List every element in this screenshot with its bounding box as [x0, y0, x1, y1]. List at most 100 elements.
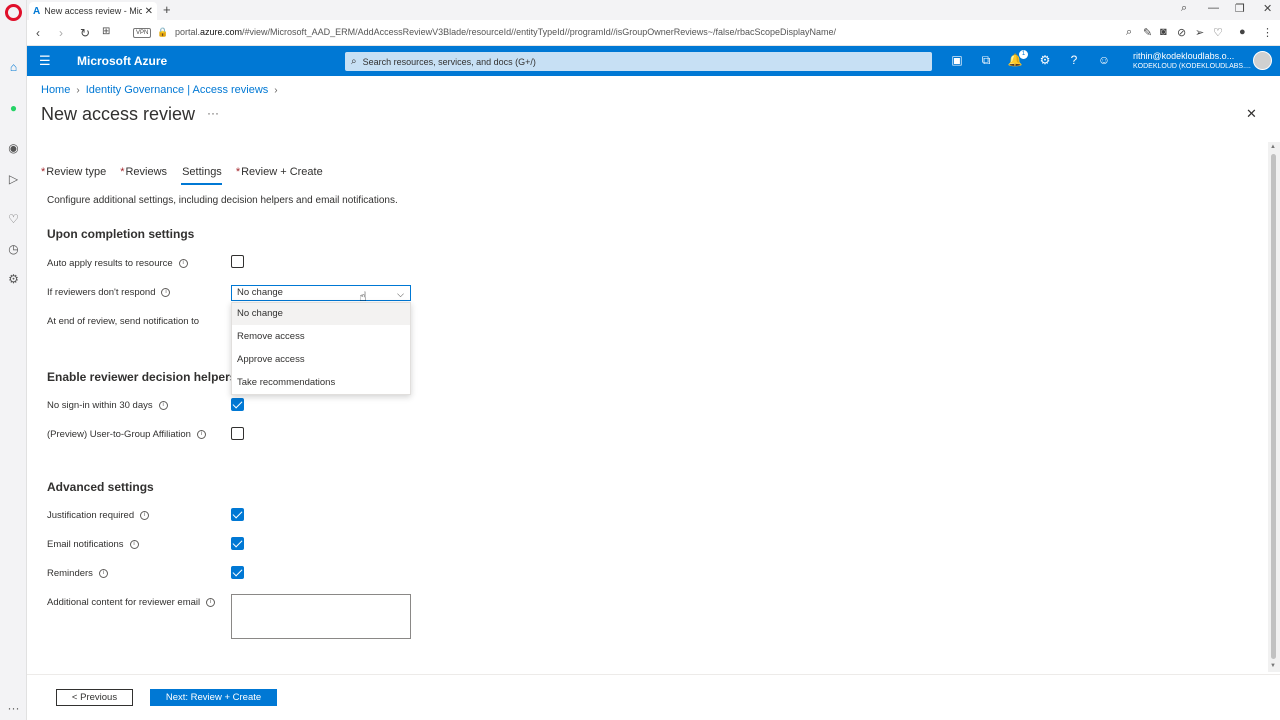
scroll-thumb[interactable]: [1271, 154, 1276, 659]
azure-favicon-icon: A: [33, 5, 41, 17]
lens-icon[interactable]: ⌕: [1126, 26, 1132, 39]
tab-reviews[interactable]: *Reviews: [120, 166, 167, 185]
scroll-up-icon[interactable]: ▲: [1270, 144, 1276, 150]
info-icon[interactable]: i: [129, 540, 139, 549]
help-icon[interactable]: ?: [1066, 53, 1082, 67]
bookmark-heart-icon[interactable]: ♡: [1213, 26, 1223, 39]
more-options-icon[interactable]: ···: [207, 106, 219, 120]
account-tenant: KODEKLOUD (KODEKLOUDLABS....: [1133, 63, 1251, 70]
browser-tab[interactable]: A New access review - Micros ✕: [29, 2, 157, 20]
info-icon[interactable]: i: [178, 259, 188, 268]
info-icon[interactable]: i: [196, 430, 206, 439]
tab-settings[interactable]: Settings: [181, 166, 222, 185]
option-no-change[interactable]: No change: [232, 303, 410, 325]
section-helpers-title: Enable reviewer decision helpers: [47, 370, 237, 384]
email-notifications-checkbox[interactable]: [231, 537, 244, 550]
option-approve-access[interactable]: Approve access: [232, 349, 410, 371]
breadcrumb-access-reviews[interactable]: Identity Governance | Access reviews: [86, 84, 269, 96]
new-tab-icon[interactable]: +: [163, 2, 171, 17]
tab-review-create[interactable]: *Review + Create: [236, 166, 323, 185]
auto-apply-label: Auto apply results to resource i: [47, 258, 188, 269]
breadcrumb-home[interactable]: Home: [41, 84, 70, 96]
profile-icon[interactable]: ●: [1239, 26, 1246, 38]
azure-brand[interactable]: Microsoft Azure: [77, 54, 167, 68]
feedback-icon[interactable]: ☺: [1096, 53, 1112, 67]
minimize-icon[interactable]: —: [1208, 2, 1219, 14]
reminders-label: Reminders i: [47, 568, 108, 579]
wizard-tabs: *Review type *Reviews Settings *Review +…: [41, 166, 337, 185]
restore-icon[interactable]: ❐: [1235, 2, 1245, 15]
back-icon[interactable]: ‹: [36, 26, 40, 40]
reload-icon[interactable]: ↻: [80, 26, 90, 40]
page-title: New access review: [41, 104, 196, 124]
previous-button[interactable]: < Previous: [56, 689, 133, 706]
breadcrumb: Home › Identity Governance | Access revi…: [41, 84, 284, 96]
wizard-footer: < Previous Next: Review + Create: [27, 674, 1280, 720]
settings-icon[interactable]: ⚙: [6, 271, 21, 286]
player-icon[interactable]: ◉: [6, 140, 21, 155]
notification-badge: 1: [1019, 50, 1028, 59]
no-response-label: If reviewers don't respond i: [47, 287, 171, 298]
send-icon[interactable]: ▷: [6, 171, 21, 186]
home-icon[interactable]: ⌂: [6, 59, 21, 74]
section-completion-title: Upon completion settings: [47, 227, 195, 241]
camera-icon[interactable]: ◙: [1160, 26, 1167, 38]
email-notifications-label: Email notifications i: [47, 539, 139, 550]
browser-tab-strip: A New access review - Micros ✕ + ⌕ — ❐ ✕: [27, 0, 1280, 20]
info-icon[interactable]: i: [140, 511, 150, 520]
affiliation-checkbox[interactable]: [231, 427, 244, 440]
block-icon[interactable]: ⊘: [1177, 26, 1186, 39]
opera-logo-icon[interactable]: [5, 4, 22, 21]
justification-checkbox[interactable]: [231, 508, 244, 521]
section-advanced-title: Advanced settings: [47, 480, 154, 494]
scroll-down-icon[interactable]: ▼: [1270, 663, 1276, 669]
info-icon[interactable]: i: [206, 598, 216, 607]
forward-icon[interactable]: ›: [59, 26, 63, 40]
vpn-badge[interactable]: VPN: [133, 28, 152, 38]
option-take-recommendations[interactable]: Take recommendations: [232, 372, 410, 394]
share-icon[interactable]: ➢: [1195, 26, 1204, 39]
menu-dots-icon[interactable]: ⋮: [1262, 26, 1273, 39]
window-close-icon[interactable]: ✕: [1263, 2, 1272, 15]
tab-title: New access review - Micros: [44, 6, 142, 16]
more-icon[interactable]: ···: [6, 700, 21, 715]
browser-search-icon[interactable]: ⌕: [1181, 2, 1187, 15]
lock-icon[interactable]: 🔒: [157, 27, 168, 38]
edit-icon[interactable]: ✎: [1143, 26, 1152, 39]
tabs-grid-icon[interactable]: ⊞: [102, 26, 110, 37]
reminders-checkbox[interactable]: [231, 566, 244, 579]
hand-cursor-icon: ☝: [359, 289, 367, 304]
search-placeholder: Search resources, services, and docs (G+…: [362, 56, 536, 67]
search-icon: ⌕: [351, 56, 357, 67]
notify-label: At end of review, send notification to: [47, 316, 200, 327]
no-response-dropdown[interactable]: No change ⌵: [231, 285, 411, 301]
breadcrumb-chevron-icon: ›: [274, 84, 278, 96]
heart-icon[interactable]: ♡: [6, 211, 21, 226]
hamburger-icon[interactable]: ☰: [39, 53, 51, 69]
info-icon[interactable]: i: [161, 288, 171, 297]
info-icon[interactable]: i: [158, 401, 168, 410]
no-response-options: No change Remove access Approve access T…: [231, 302, 411, 395]
account-info[interactable]: rithin@kodekloudlabs.o... KODEKLOUD (KOD…: [1133, 51, 1251, 70]
avatar[interactable]: [1253, 51, 1272, 70]
no-signin-label: No sign-in within 30 days i: [47, 400, 168, 411]
opera-sidebar: ⌂ ● ◉ ▷ ♡ ◷ ⚙ ···: [0, 0, 27, 720]
address-bar: ‹ › ↻ ⊞ VPN 🔒 portal.azure.com/#view/Mic…: [27, 20, 1280, 46]
info-icon[interactable]: i: [98, 569, 108, 578]
page-scrollbar[interactable]: ▲ ▼: [1268, 142, 1280, 672]
auto-apply-checkbox[interactable]: [231, 255, 244, 268]
option-remove-access[interactable]: Remove access: [232, 326, 410, 348]
tab-close-icon[interactable]: ✕: [145, 6, 153, 17]
history-icon[interactable]: ◷: [6, 241, 21, 256]
tab-review-type[interactable]: *Review type: [41, 166, 106, 185]
gear-icon[interactable]: ⚙: [1037, 53, 1053, 67]
close-icon[interactable]: ✕: [1246, 106, 1257, 122]
whatsapp-icon[interactable]: ●: [6, 100, 21, 115]
url-field[interactable]: portal.azure.com/#view/Microsoft_AAD_ERM…: [175, 27, 836, 37]
no-signin-checkbox[interactable]: [231, 398, 244, 411]
next-review-create-button[interactable]: Next: Review + Create: [150, 689, 277, 706]
global-search[interactable]: ⌕ Search resources, services, and docs (…: [345, 52, 932, 71]
directory-filter-icon[interactable]: ⧉: [978, 53, 994, 68]
cloud-shell-icon[interactable]: ▣: [949, 53, 965, 67]
additional-content-textarea[interactable]: [231, 594, 411, 639]
